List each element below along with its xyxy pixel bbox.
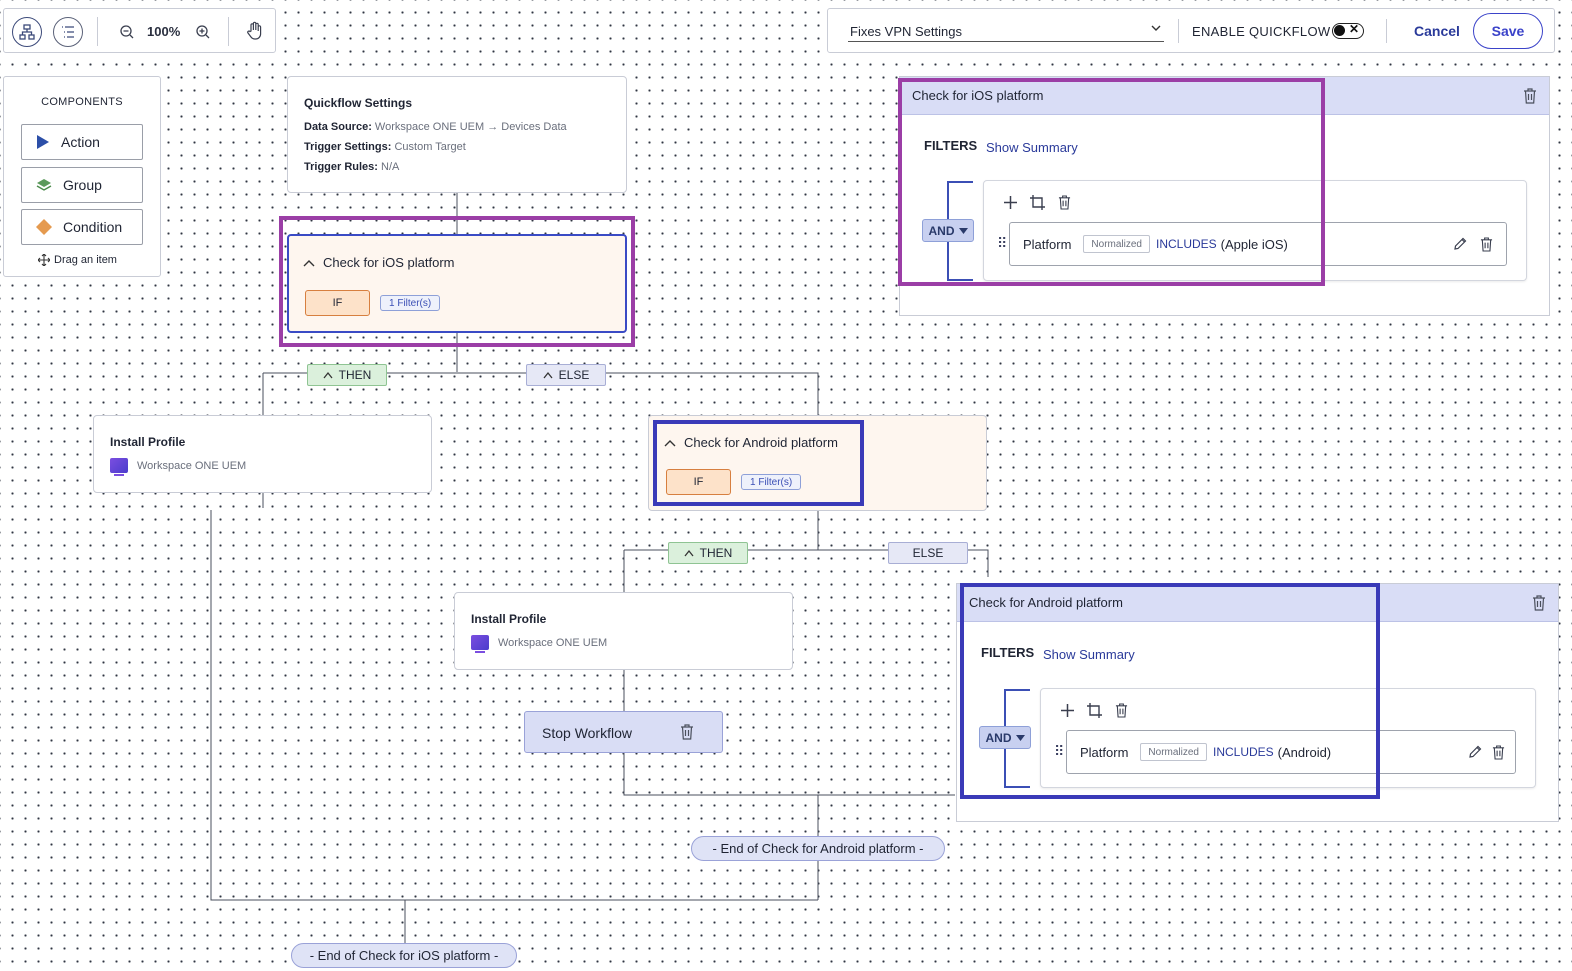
- workflow-name: Fixes VPN Settings: [850, 24, 962, 39]
- enable-quickflow-toggle[interactable]: ✕: [1332, 22, 1364, 39]
- data-source-row: Data Source: Workspace ONE UEM → Devices…: [304, 121, 567, 133]
- zoom-in-icon[interactable]: [192, 21, 214, 43]
- list-view-button[interactable]: [53, 17, 83, 47]
- stop-workflow-label: Stop Workflow: [542, 725, 632, 741]
- install-profile-source: Workspace ONE UEM: [110, 458, 246, 476]
- highlight-ios-panel: [898, 78, 1325, 286]
- quickflow-settings-title: Quickflow Settings: [304, 96, 413, 110]
- enable-quickflow-label: ENABLE QUICKFLOW: [1192, 24, 1331, 39]
- highlight-ios-condition: [279, 216, 635, 347]
- trigger-settings-row: Trigger Settings: Custom Target: [304, 141, 466, 153]
- install-profile-card[interactable]: Install Profile Workspace ONE UEM: [93, 415, 432, 493]
- workflow-name-select[interactable]: Fixes VPN Settings: [848, 19, 1164, 42]
- chevron-down-icon: [1150, 22, 1162, 37]
- trash-icon[interactable]: [1523, 88, 1537, 107]
- edit-pencil-icon[interactable]: [1453, 237, 1467, 251]
- workspace-one-icon: [471, 635, 489, 653]
- hierarchy-icon: [19, 24, 35, 40]
- close-icon: ✕: [1349, 22, 1360, 36]
- chevron-up-icon: [323, 371, 333, 379]
- install-profile-source: Workspace ONE UEM: [471, 635, 607, 653]
- tree-view-button[interactable]: [12, 17, 42, 47]
- then-branch-chip[interactable]: THEN: [307, 364, 387, 386]
- cancel-button[interactable]: Cancel: [1414, 23, 1460, 39]
- trash-icon[interactable]: [1532, 595, 1546, 614]
- components-panel: COMPONENTS Action Group Condition Drag a…: [3, 76, 161, 277]
- edit-pencil-icon[interactable]: [1468, 745, 1482, 759]
- else-branch-chip[interactable]: ELSE: [888, 542, 968, 564]
- trash-icon[interactable]: [1480, 237, 1493, 252]
- quickflow-settings-card[interactable]: Quickflow Settings Data Source: Workspac…: [287, 76, 627, 193]
- highlight-android-condition: [653, 420, 864, 506]
- drag-hint: Drag an item: [38, 254, 117, 266]
- move-icon: [38, 254, 50, 266]
- then-branch-chip[interactable]: THEN: [668, 542, 748, 564]
- workflow-header-bar: Fixes VPN Settings ENABLE QUICKFLOW ✕ Ca…: [827, 8, 1555, 53]
- component-action[interactable]: Action: [21, 124, 143, 160]
- stop-workflow-card[interactable]: Stop Workflow: [524, 711, 723, 753]
- zoom-level: 100%: [147, 24, 181, 39]
- highlight-android-panel: [960, 583, 1380, 799]
- trash-icon[interactable]: [1492, 745, 1505, 760]
- canvas-toolbar: 100%: [3, 8, 276, 53]
- component-condition[interactable]: Condition: [21, 209, 143, 245]
- chevron-up-icon: [543, 371, 553, 379]
- install-profile-title: Install Profile: [471, 612, 547, 626]
- end-ios-condition: - End of Check for iOS platform -: [291, 943, 517, 968]
- install-profile-card[interactable]: Install Profile Workspace ONE UEM: [454, 592, 793, 670]
- trash-icon[interactable]: [680, 724, 694, 745]
- diamond-icon: [36, 219, 52, 235]
- pan-hand-icon[interactable]: [244, 20, 266, 42]
- install-profile-title: Install Profile: [110, 435, 186, 449]
- save-button[interactable]: Save: [1473, 13, 1543, 49]
- else-branch-chip[interactable]: ELSE: [526, 364, 606, 386]
- component-group[interactable]: Group: [21, 167, 143, 203]
- components-title: COMPONENTS: [41, 96, 123, 108]
- zoom-out-icon[interactable]: [116, 21, 138, 43]
- chevron-up-icon: [684, 549, 694, 557]
- list-icon: [62, 26, 74, 38]
- workspace-one-icon: [110, 458, 128, 476]
- play-triangle-icon: [37, 135, 49, 149]
- end-android-condition: - End of Check for Android platform -: [691, 836, 945, 861]
- trigger-rules-row: Trigger Rules: N/A: [304, 161, 400, 173]
- layers-icon: [36, 179, 52, 191]
